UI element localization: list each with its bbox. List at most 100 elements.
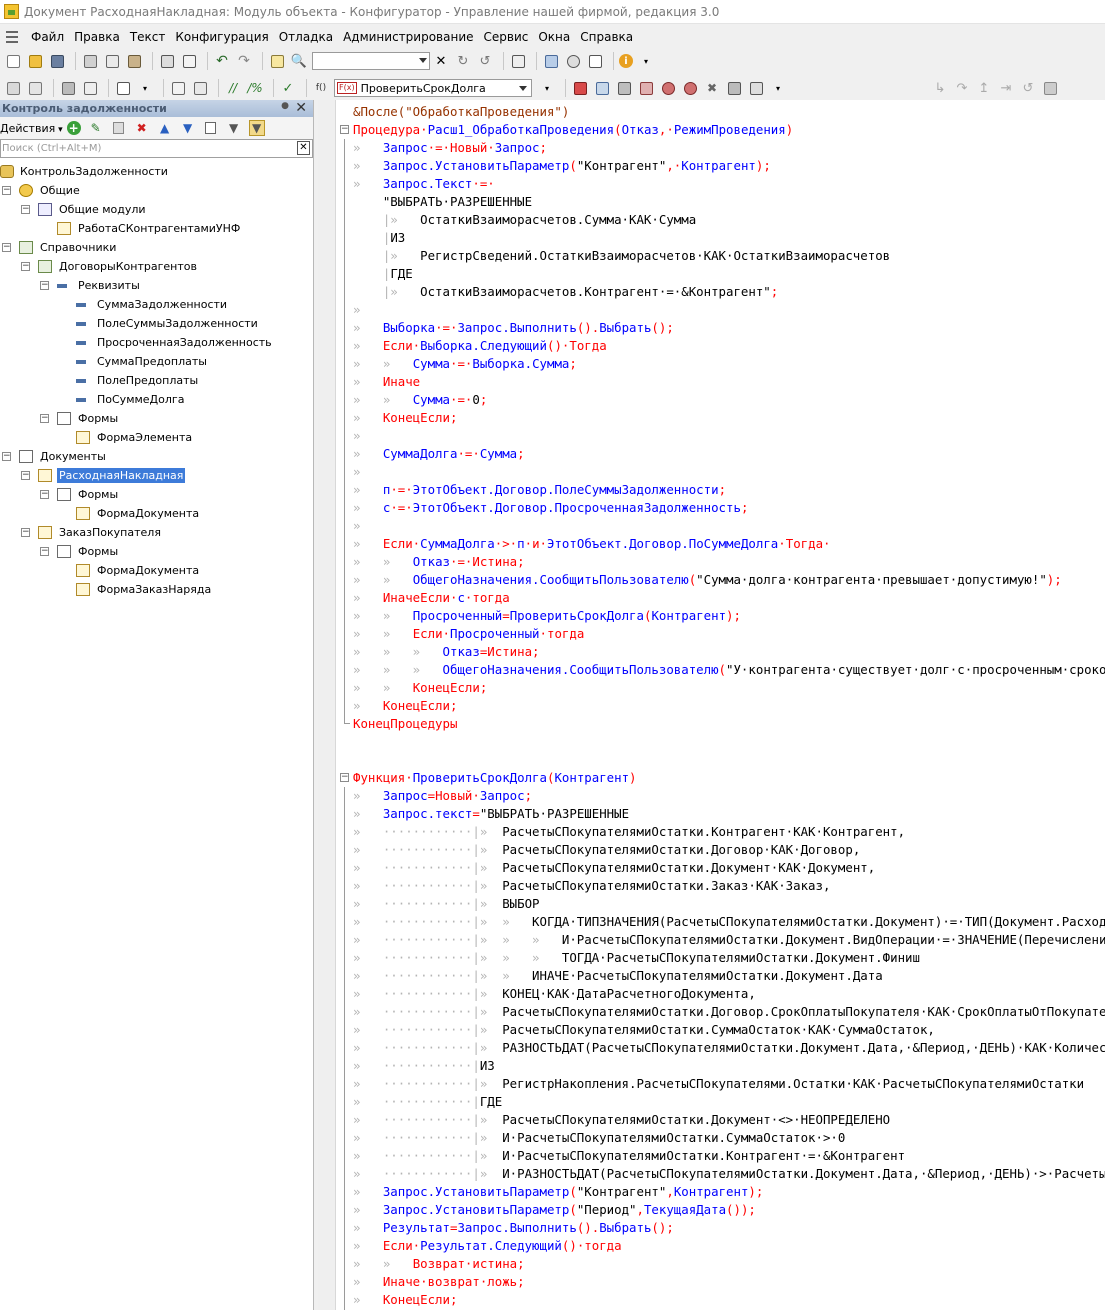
collapse-icon[interactable]: −	[40, 490, 49, 499]
code-line[interactable]: » » Если·Просроченный·тогда	[338, 625, 1105, 643]
step-over-icon[interactable]: ↷	[953, 79, 971, 97]
menu-help[interactable]: Справка	[575, 30, 638, 44]
search-input[interactable]	[312, 52, 430, 70]
syntax-helper-icon[interactable]	[542, 52, 560, 70]
code-line[interactable]: » Если·Выборка.Следующий()·Тогда	[338, 337, 1105, 355]
tree-item[interactable]: СуммаЗадолженности	[0, 295, 313, 314]
collapse-icon[interactable]: −	[21, 528, 30, 537]
windows-icon[interactable]	[509, 52, 527, 70]
tree-item[interactable]: КонтрольЗадолженности	[0, 162, 313, 181]
code-line[interactable]: » КонецЕсли;	[338, 1291, 1105, 1309]
code-line[interactable]: »	[338, 463, 1105, 481]
code-line[interactable]: » Результат=Запрос.Выполнить().Выбрать()…	[338, 1219, 1105, 1237]
template-icon[interactable]	[586, 52, 604, 70]
collapse-icon[interactable]: −	[21, 471, 30, 480]
tree-item[interactable]: СуммаПредоплаты	[0, 352, 313, 371]
step-debug-icon[interactable]	[681, 79, 699, 97]
tree-item[interactable]: ПолеПредоплаты	[0, 371, 313, 390]
code-line[interactable]: » ············|» РасчетыСПокупателямиОст…	[338, 823, 1105, 841]
code-line[interactable]: » Запрос.текст="ВЫБРАТЬ·РАЗРЕШЕННЫЕ	[338, 805, 1105, 823]
step-out-icon[interactable]: ↥	[975, 79, 993, 97]
config-tree-icon[interactable]	[26, 79, 44, 97]
code-line[interactable]: » п·=·ЭтотОбъект.Договор.ПолеСуммыЗадолж…	[338, 481, 1105, 499]
move-up-icon[interactable]: ▲	[157, 120, 173, 136]
code-line[interactable]: » ············|» » ИНАЧЕ·РасчетыСПокупат…	[338, 967, 1105, 985]
tools-icon[interactable]: ✖	[703, 79, 721, 97]
code-line[interactable]: » Запрос.УстановитьПараметр("Контрагент"…	[338, 1183, 1105, 1201]
collapse-icon[interactable]: −	[40, 414, 49, 423]
code-line[interactable]: » ············|» РАЗНОСТЬДАТ(РасчетыСПок…	[338, 1039, 1105, 1057]
menu-administration[interactable]: Администрирование	[338, 30, 478, 44]
tree-item[interactable]: РаботаСКонтрагентамиУНФ	[0, 219, 313, 238]
code-line[interactable]: » » Просроченный=ПроверитьСрокДолга(Конт…	[338, 607, 1105, 625]
procedure-selector[interactable]: F(x) ПроверитьСрокДолга	[334, 79, 532, 97]
tree-item[interactable]: ПолеСуммыЗадолженности	[0, 314, 313, 333]
code-line[interactable]: » Запрос.УстановитьПараметр("Период",Тек…	[338, 1201, 1105, 1219]
undo-icon[interactable]: ↶	[213, 52, 231, 70]
code-line[interactable]: » ············|ГДЕ	[338, 1093, 1105, 1111]
code-line[interactable]: » ············|» РегистрНакопления.Расче…	[338, 1075, 1105, 1093]
code-line[interactable]: » с·=·ЭтотОбъект.Договор.ПросроченнаяЗад…	[338, 499, 1105, 517]
menu-text[interactable]: Текст	[125, 30, 171, 44]
stop-debug-icon[interactable]	[659, 79, 677, 97]
code-line[interactable]: »	[338, 427, 1105, 445]
chevron-down-icon[interactable]: ▾	[769, 79, 787, 97]
collapse-icon[interactable]: −	[21, 205, 30, 214]
collapse-icon[interactable]: −	[40, 281, 49, 290]
step-into-icon[interactable]: ↳	[931, 79, 949, 97]
tree-item[interactable]: − Формы	[0, 485, 313, 504]
code-line[interactable]: |ГДЕ	[338, 265, 1105, 283]
save-icon[interactable]	[48, 52, 66, 70]
code-line[interactable]	[338, 733, 1105, 751]
code-line[interactable]: |» ОстаткиВзаиморасчетов.Контрагент·=·&К…	[338, 283, 1105, 301]
menu-configuration[interactable]: Конфигурация	[170, 30, 273, 44]
code-text[interactable]: &После("ОбработкаПроведения") − Процедура·…	[338, 103, 1105, 1310]
clear-search-icon[interactable]: ✕	[432, 52, 450, 70]
code-line[interactable]: » Иначе	[338, 373, 1105, 391]
code-line[interactable]: »	[338, 517, 1105, 535]
code-line[interactable]: » ············|» И·РасчетыСПокупателямиО…	[338, 1129, 1105, 1147]
open-folder-icon[interactable]	[26, 52, 44, 70]
code-line[interactable]: » Запрос·=·Новый·Запрос;	[338, 139, 1105, 157]
tree-item[interactable]: − ДоговорыКонтрагентов	[0, 257, 313, 276]
tree-item[interactable]: − Формы	[0, 409, 313, 428]
breakpoint-add-icon[interactable]	[571, 79, 589, 97]
collapse-icon[interactable]: −	[2, 452, 11, 461]
collapse-icon[interactable]: −	[21, 262, 30, 271]
code-line[interactable]: |» ОстаткиВзаиморасчетов.Сумма·КАК·Сумма	[338, 211, 1105, 229]
watch-icon[interactable]	[1041, 79, 1059, 97]
tree-item[interactable]: − Документы	[0, 447, 313, 466]
tree-item[interactable]: − ЗаказПокупателя	[0, 523, 313, 542]
breakpoint-list-icon[interactable]	[593, 79, 611, 97]
db-icon[interactable]	[59, 79, 77, 97]
tree-item[interactable]: ФормаЗаказНаряда	[0, 580, 313, 599]
code-line[interactable]: » Запрос.УстановитьПараметр("Контрагент"…	[338, 157, 1105, 175]
code-line[interactable]: » СуммаДолга·=·Сумма;	[338, 445, 1105, 463]
tree-search-input[interactable]: Поиск (Ctrl+Alt+M) ✕	[0, 139, 313, 158]
menu-windows[interactable]: Окна	[533, 30, 575, 44]
code-line[interactable]: |ИЗ	[338, 229, 1105, 247]
menu-service[interactable]: Сервис	[479, 30, 534, 44]
filter-active-icon[interactable]: ▼	[248, 120, 265, 136]
code-line[interactable]: − Процедура·Расш1_ОбработкаПроведения(Отк…	[338, 121, 1105, 139]
pin-icon[interactable]: ●	[281, 101, 289, 111]
module-icon[interactable]	[4, 79, 22, 97]
code-line[interactable]: » » Отказ·=·Истина;	[338, 553, 1105, 571]
uncomment-icon[interactable]: /%	[246, 79, 264, 97]
code-line[interactable]: » ············|» » » И·РасчетыСПокупател…	[338, 931, 1105, 949]
tree-item[interactable]: − РасходнаяНакладная	[0, 466, 313, 485]
clear-icon[interactable]: ✕	[297, 141, 310, 155]
tree-item[interactable]: ФормаЭлемента	[0, 428, 313, 447]
settings-icon[interactable]	[747, 79, 765, 97]
copy-icon[interactable]	[111, 120, 127, 136]
find-icon[interactable]	[268, 52, 286, 70]
add-icon[interactable]: +	[66, 121, 81, 135]
code-line[interactable]: » » Возврат·истина;	[338, 1255, 1105, 1273]
fold-toggle-icon[interactable]: −	[340, 125, 349, 134]
collapse-icon[interactable]: −	[40, 547, 49, 556]
code-line[interactable]: » ············|» РасчетыСПокупателямиОст…	[338, 1003, 1105, 1021]
code-line[interactable]: »	[338, 301, 1105, 319]
code-line[interactable]: КонецПроцедуры	[338, 715, 1105, 733]
delete-icon[interactable]: ✖	[134, 120, 150, 136]
evaluate-icon[interactable]: ↺	[1019, 79, 1037, 97]
